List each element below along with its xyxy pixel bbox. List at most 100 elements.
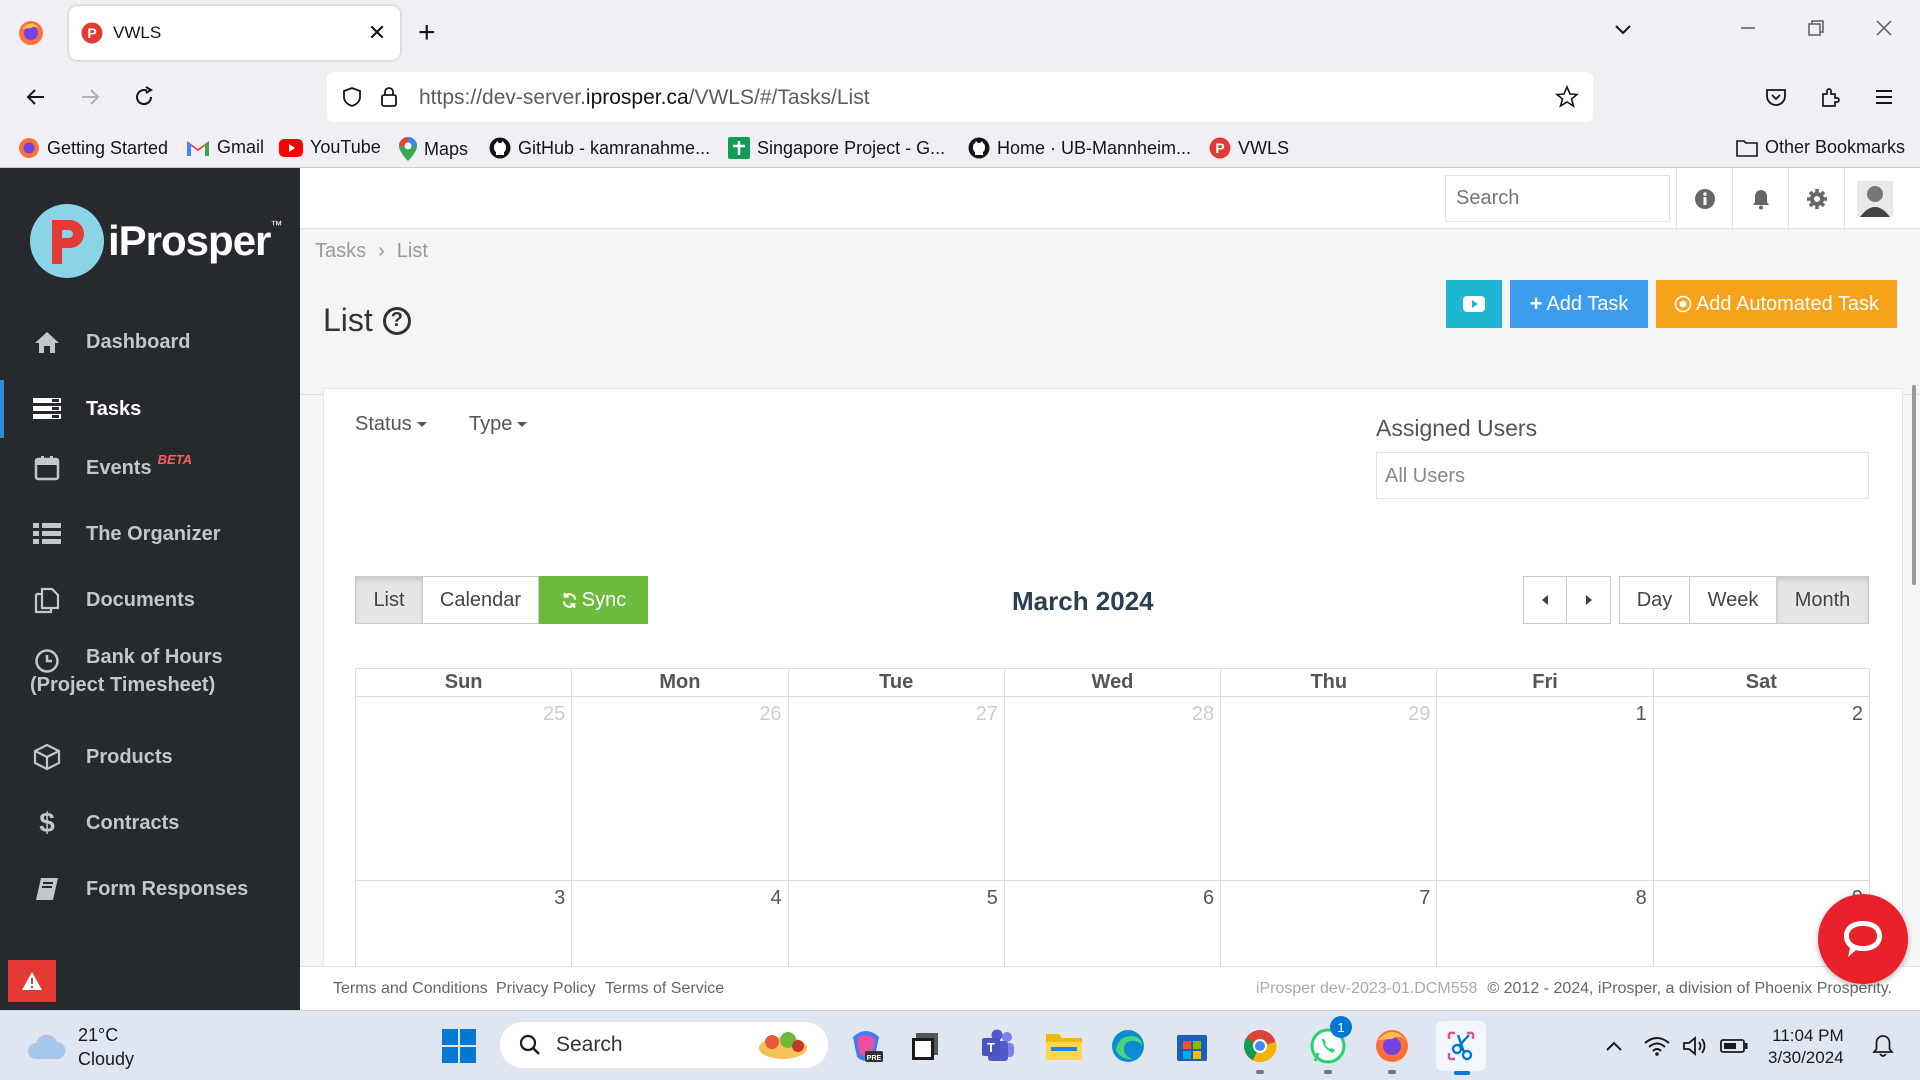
info-icon[interactable] <box>1676 168 1732 229</box>
sidebar-item-form-responses[interactable]: Form Responses <box>0 869 300 909</box>
firefox-taskbar-icon[interactable] <box>1370 1024 1414 1074</box>
add-task-button[interactable]: + Add Task <box>1510 280 1648 328</box>
month-view-button[interactable]: Month <box>1777 576 1869 624</box>
bookmark-maps[interactable]: Maps <box>399 137 468 161</box>
privacy-policy-link[interactable]: Privacy Policy <box>496 980 596 998</box>
list-view-button[interactable]: List <box>355 576 423 624</box>
new-tab-button[interactable]: + <box>418 16 436 50</box>
restore-window-icon[interactable] <box>1806 18 1826 38</box>
weather-widget[interactable]: 21°C Cloudy <box>26 1023 134 1071</box>
bookmark-getting-started[interactable]: Getting Started <box>18 137 168 159</box>
global-search-input[interactable] <box>1445 175 1670 222</box>
calendar-view-button[interactable]: Calendar <box>423 576 539 624</box>
assigned-users-label: Assigned Users <box>1376 415 1538 441</box>
help-question-icon[interactable]: ? <box>382 306 411 335</box>
close-window-icon[interactable] <box>1874 18 1894 38</box>
calendar-day-cell[interactable]: 26 <box>572 697 789 880</box>
type-filter-dropdown[interactable]: Type <box>469 413 528 436</box>
next-month-button[interactable] <box>1567 576 1611 624</box>
calendar-day-cell[interactable]: 1 <box>1437 697 1654 880</box>
wifi-icon[interactable] <box>1640 1024 1674 1068</box>
bookmark-gmail[interactable]: Gmail <box>186 137 264 158</box>
browser-tab-vwls[interactable]: P VWLS ✕ <box>69 6 400 60</box>
terms-of-service-link[interactable]: Terms of Service <box>605 980 724 998</box>
other-bookmarks[interactable]: Other Bookmarks <box>1736 137 1905 158</box>
calendar-day-cell[interactable]: 27 <box>789 697 1005 880</box>
file-explorer-icon[interactable] <box>1042 1024 1086 1068</box>
lock-icon[interactable] <box>379 85 399 109</box>
notifications-bell-icon[interactable] <box>1732 168 1788 229</box>
bookmark-vwls[interactable]: P VWLS <box>1209 137 1289 159</box>
calendar-day-cell[interactable]: 28 <box>1005 697 1222 880</box>
terms-and-conditions-link[interactable]: Terms and Conditions <box>333 980 488 998</box>
bookmark-ub-mannheim[interactable]: Home · UB-Mannheim... <box>968 137 1191 159</box>
weekday-sat: Sat <box>1745 671 1777 693</box>
close-tab-icon[interactable]: ✕ <box>362 18 392 48</box>
sidebar-item-bank-of-hours[interactable]: Bank of Hours (Project Timesheet) <box>0 644 300 700</box>
edge-browser-icon[interactable] <box>1106 1024 1150 1068</box>
taskbar-search[interactable]: Search <box>500 1022 828 1068</box>
sidebar-item-events[interactable]: Events BETA <box>0 448 300 488</box>
sync-button[interactable]: Sync <box>539 576 648 624</box>
microsoft-store-icon[interactable] <box>1170 1024 1214 1068</box>
sidebar-item-contracts[interactable]: $ Contracts <box>0 803 300 843</box>
assigned-users-select[interactable]: All Users <box>1376 452 1869 499</box>
sidebar-item-products[interactable]: Products <box>0 737 300 777</box>
iprosper-logo[interactable]: iProsper ™ <box>30 204 282 278</box>
bookmark-github-kamran[interactable]: GitHub - kamranahme... <box>489 137 710 159</box>
calendar-day-cell[interactable]: 2 <box>1654 697 1869 880</box>
show-hidden-icons-chevron-icon[interactable] <box>1594 1024 1634 1068</box>
search-icon <box>518 1033 542 1057</box>
task-view-icon[interactable] <box>904 1024 948 1068</box>
day-view-button[interactable]: Day <box>1619 576 1690 624</box>
url-text[interactable]: https://dev-server.iprosper.ca/VWLS/#/Ta… <box>419 86 870 110</box>
calendar-day-cell[interactable]: 29 <box>1221 697 1438 880</box>
warning-alert-button[interactable] <box>8 960 56 1002</box>
copilot-icon[interactable]: PRE <box>844 1024 888 1068</box>
settings-gear-icon[interactable] <box>1788 168 1844 229</box>
reload-icon[interactable] <box>127 80 161 114</box>
windows-taskbar: 21°C Cloudy Search PRE T 1 11:04 PM 3/30… <box>0 1010 1920 1080</box>
teams-icon[interactable]: T <box>976 1024 1020 1068</box>
running-indicator <box>1388 1070 1396 1074</box>
whatsapp-icon[interactable]: 1 <box>1306 1016 1352 1074</box>
week-view-button[interactable]: Week <box>1690 576 1777 624</box>
sidebar-item-organizer[interactable]: The Organizer <box>0 514 300 554</box>
system-clock[interactable]: 11:04 PM 3/30/2024 <box>1768 1025 1844 1069</box>
shield-icon[interactable] <box>341 86 363 108</box>
windows-start-icon[interactable] <box>437 1024 481 1068</box>
pocket-icon[interactable] <box>1759 80 1793 114</box>
chrome-icon[interactable] <box>1238 1024 1282 1074</box>
hamburger-menu-icon[interactable] <box>1867 80 1901 114</box>
sidebar-item-dashboard[interactable]: Dashboard <box>0 322 300 362</box>
app-sidebar: iProsper ™ Dashboard Tasks Events BETA Th… <box>0 168 300 1010</box>
page-scrollbar[interactable] <box>1912 385 1916 585</box>
breadcrumb-tasks[interactable]: Tasks <box>315 240 366 262</box>
firefox-menu-icon[interactable] <box>18 20 44 46</box>
list-all-tabs-icon[interactable] <box>1612 18 1634 40</box>
target-icon <box>1674 295 1692 313</box>
calendar-day-cell[interactable]: 25 <box>356 697 573 880</box>
minimize-window-icon[interactable] <box>1738 18 1758 38</box>
add-automated-task-button[interactable]: Add Automated Task <box>1656 280 1897 328</box>
url-bar[interactable]: https://dev-server.iprosper.ca/VWLS/#/Ta… <box>327 72 1593 122</box>
snipping-tool-icon[interactable] <box>1436 1021 1486 1075</box>
status-filter-dropdown[interactable]: Status <box>355 413 427 436</box>
volume-icon[interactable] <box>1678 1024 1712 1068</box>
sidebar-item-tasks[interactable]: Tasks <box>0 380 300 438</box>
user-avatar[interactable] <box>1844 168 1904 229</box>
live-chat-button[interactable] <box>1818 894 1908 984</box>
extensions-icon[interactable] <box>1813 80 1847 114</box>
battery-icon[interactable] <box>1716 1024 1752 1068</box>
video-tutorial-button[interactable] <box>1446 280 1502 328</box>
forward-arrow-icon[interactable] <box>73 80 107 114</box>
documents-icon <box>32 585 62 615</box>
notification-bell-icon[interactable] <box>1866 1024 1900 1068</box>
back-arrow-icon[interactable] <box>19 80 53 114</box>
book-icon <box>32 874 62 904</box>
bookmark-star-icon[interactable] <box>1555 85 1579 109</box>
bookmark-youtube[interactable]: YouTube <box>279 137 381 158</box>
prev-month-button[interactable] <box>1523 576 1567 624</box>
sidebar-item-documents[interactable]: Documents <box>0 580 300 620</box>
bookmark-singapore-project[interactable]: Singapore Project - G... <box>728 137 945 159</box>
